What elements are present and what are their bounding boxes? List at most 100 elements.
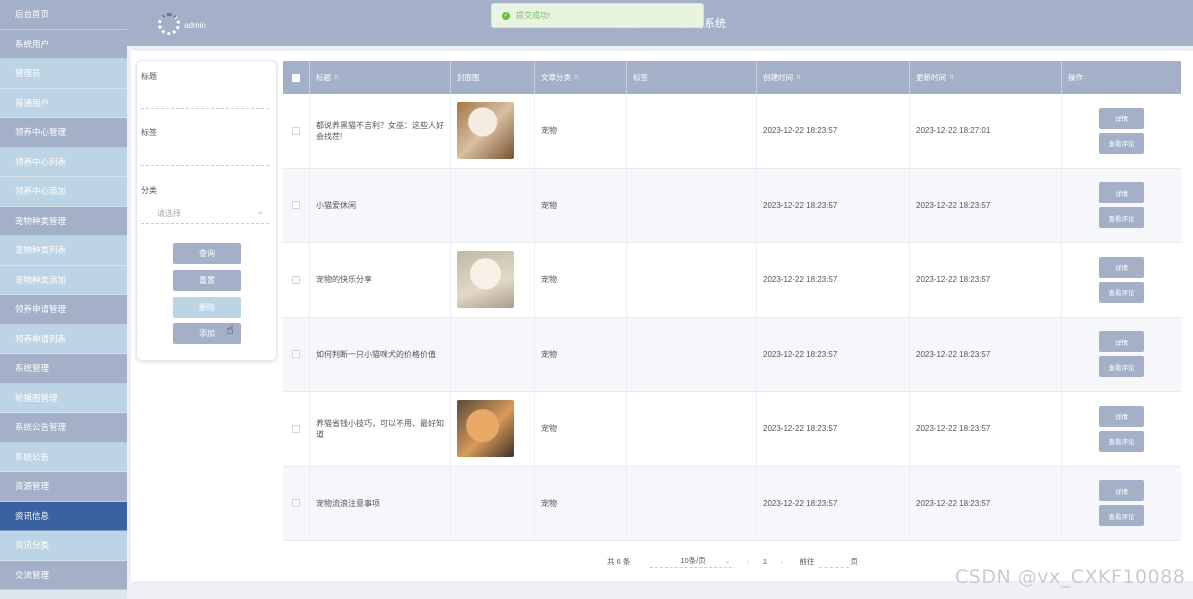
cell-created: 2023-12-22 18:23:57 <box>757 466 910 540</box>
sidebar-item[interactable]: 领养中心管理 <box>0 118 127 148</box>
checkbox-icon[interactable] <box>292 499 300 508</box>
cover-image[interactable] <box>457 400 514 458</box>
cover-image[interactable] <box>457 102 514 160</box>
sidebar-item[interactable]: 领养中心列表 <box>0 147 127 177</box>
sidebar-item[interactable]: 普通用户 <box>0 88 127 118</box>
detail-button[interactable]: 详情 <box>1099 405 1144 427</box>
cell-actions: 详情 查看评论 <box>1062 94 1181 168</box>
view-comments-button[interactable]: 查看评论 <box>1099 356 1144 378</box>
chevron-down-icon[interactable]: ⌄ <box>724 557 730 565</box>
sidebar-item[interactable]: 系统公告管理 <box>0 413 127 443</box>
sort-icon[interactable]: ⇅ <box>949 74 954 81</box>
sidebar-item[interactable]: 领养申请列表 <box>0 324 127 354</box>
row-checkbox[interactable] <box>283 466 310 540</box>
sidebar-item[interactable]: 后台首页 <box>0 0 127 30</box>
reset-button[interactable]: 重置 <box>173 270 241 291</box>
table-header: 标题 ⇅ 封面图 文章分类 ⇅ 标签 创建时间 ⇅ 更新时间 ⇅ 操作 <box>283 61 1181 94</box>
sidebar-item[interactable]: 交流管理 <box>0 560 127 590</box>
sidebar-item[interactable]: 管理员 <box>0 59 127 89</box>
cell-tags <box>627 466 757 540</box>
row-checkbox[interactable] <box>283 243 310 317</box>
header-actions: 操作 <box>1068 73 1083 82</box>
view-comments-button[interactable]: 查看评论 <box>1099 505 1144 527</box>
cell-actions: 详情 查看评论 <box>1062 467 1181 541</box>
avatar-icon[interactable] <box>158 13 180 35</box>
query-button[interactable]: 查询 <box>173 243 241 264</box>
chevron-down-icon[interactable]: ⌄ <box>257 207 264 216</box>
checkbox-icon[interactable] <box>292 275 300 284</box>
cell-actions: 详情 查看评论 <box>1062 318 1181 392</box>
tags-input[interactable] <box>141 165 269 166</box>
sidebar-item[interactable]: 宠物种类添加 <box>0 265 127 295</box>
page-suffix: 页 <box>850 556 859 566</box>
next-page-icon[interactable]: › <box>781 557 784 566</box>
sidebar-item[interactable]: 资讯分类 <box>0 531 127 561</box>
header-created[interactable]: 创建时间 ⇅ <box>757 61 910 94</box>
sidebar-item[interactable]: 宠物种类管理 <box>0 206 127 236</box>
sidebar-item[interactable]: 系统管理 <box>0 354 127 384</box>
page-size-select[interactable]: 10条/页 ⌄ <box>650 554 733 568</box>
title-input[interactable] <box>141 108 269 109</box>
row-checkbox[interactable] <box>283 168 310 242</box>
select-all-checkbox[interactable] <box>283 61 310 94</box>
view-comments-button[interactable]: 查看评论 <box>1099 132 1144 154</box>
goto-label: 前往 <box>799 556 815 566</box>
detail-button[interactable]: 详情 <box>1099 480 1144 502</box>
sidebar-item[interactable]: 宠物种类列表 <box>0 236 127 266</box>
cell-title: 养猫省钱小技巧，可以不用、最好知道 <box>310 392 451 466</box>
sidebar-item[interactable]: 系统公告 <box>0 442 127 472</box>
cover-image[interactable] <box>457 251 514 309</box>
detail-button[interactable]: 详情 <box>1099 107 1144 129</box>
detail-button[interactable]: 详情 <box>1099 256 1144 278</box>
sidebar-item-label: 宠物种类列表 <box>15 245 67 256</box>
checkbox-icon[interactable] <box>292 201 300 210</box>
view-comments-button[interactable]: 查看评论 <box>1099 207 1144 229</box>
detail-button[interactable]: 详情 <box>1099 331 1144 353</box>
checkbox-icon[interactable] <box>292 73 300 82</box>
checkbox-icon[interactable] <box>292 424 300 433</box>
cell-category: 宠物 <box>535 168 627 242</box>
table-body: 都说养黑猫不吉利？女巫：这些人好会找茬! 宠物 2023-12-22 18:23:5… <box>283 94 1181 541</box>
cell-created: 2023-12-22 18:23:57 <box>757 243 910 317</box>
sidebar-item[interactable]: 领养中心添加 <box>0 177 127 207</box>
cell-title: 如何判断一只小猫咪犬的价格价值 <box>310 317 451 391</box>
sidebar-item[interactable]: 轮播图管理 <box>0 383 127 413</box>
page-number[interactable]: 1 <box>763 557 767 566</box>
cell-title: 都说养黑猫不吉利？女巫：这些人好会找茬! <box>310 94 451 168</box>
success-toast: ✓ 提交成功! <box>491 3 704 28</box>
cell-tags <box>627 392 757 466</box>
sidebar-item-label: 领养申请管理 <box>15 304 67 315</box>
detail-button[interactable]: 详情 <box>1099 182 1144 204</box>
header-title[interactable]: 标题 ⇅ <box>310 61 451 94</box>
header-updated[interactable]: 更新时间 ⇅ <box>910 61 1062 94</box>
sort-icon[interactable]: ⇅ <box>334 74 339 81</box>
row-checkbox[interactable] <box>283 392 310 466</box>
sidebar-item-label: 资讯信息 <box>15 510 50 521</box>
goto-page-input[interactable] <box>818 555 849 568</box>
row-checkbox[interactable] <box>283 317 310 391</box>
title-field-label: 标题 <box>141 72 157 81</box>
row-checkbox[interactable] <box>283 94 310 168</box>
cell-category: 宠物 <box>535 317 627 391</box>
category-select[interactable]: 请选择 <box>157 208 181 219</box>
view-comments-button[interactable]: 查看评论 <box>1099 281 1144 303</box>
category-field-label: 分类 <box>141 186 157 195</box>
header-category[interactable]: 文章分类 ⇅ <box>535 61 627 94</box>
sidebar-item-label: 交流管理 <box>15 569 50 580</box>
sort-icon[interactable]: ⇅ <box>796 74 801 81</box>
delete-button[interactable]: 删除 <box>173 297 241 318</box>
username[interactable]: admin <box>184 21 206 30</box>
checkbox-icon[interactable] <box>292 350 300 359</box>
view-comments-button[interactable]: 查看评论 <box>1099 430 1144 452</box>
sort-icon[interactable]: ⇅ <box>574 74 579 81</box>
total-count: 共 6 条 <box>607 556 631 566</box>
sidebar-item[interactable]: 领养申请管理 <box>0 295 127 325</box>
cell-category: 宠物 <box>535 392 627 466</box>
article-table: 标题 ⇅ 封面图 文章分类 ⇅ 标签 创建时间 ⇅ 更新时间 ⇅ 操作 都说养黑猫不吉利… <box>283 61 1181 541</box>
checkbox-icon[interactable] <box>292 126 300 135</box>
sidebar-item[interactable]: 资讯信息 <box>0 501 127 531</box>
prev-page-icon[interactable]: ‹ <box>746 557 749 566</box>
sidebar-item[interactable]: 资源管理 <box>0 472 127 502</box>
sidebar-item[interactable]: 系统用户 <box>0 29 127 59</box>
cell-tags <box>627 317 757 391</box>
